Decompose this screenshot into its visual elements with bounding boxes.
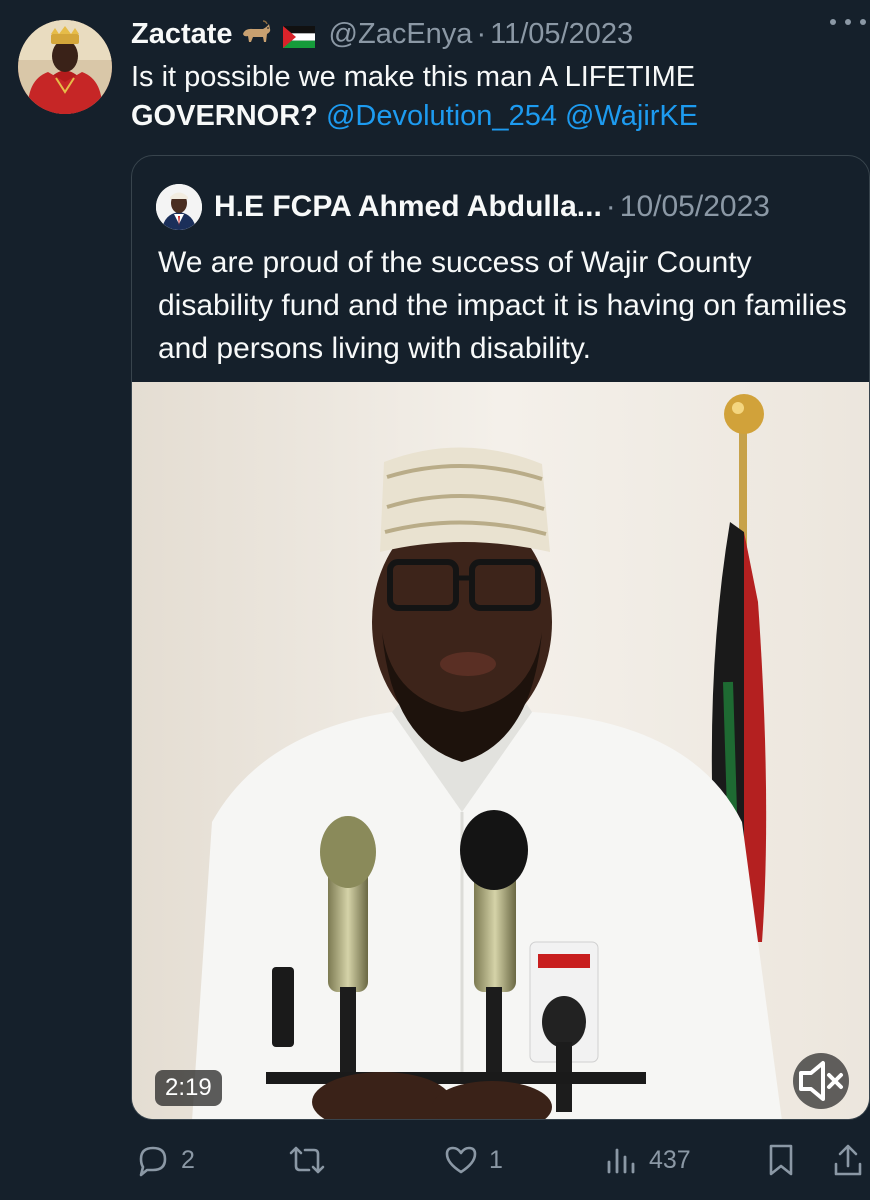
tweet-header: Zactate @ZacEnya · 11/05/2023 xyxy=(131,14,870,54)
views-chart-icon xyxy=(607,1148,635,1174)
mention-wajirke[interactable]: @WajirKE xyxy=(565,100,698,132)
palestine-flag-icon xyxy=(282,23,315,48)
reply-icon xyxy=(139,1146,167,1177)
quoted-tweet-header: H.E FCPA Ahmed Abdulla... · 10/05/2023 xyxy=(156,182,869,232)
repost-button[interactable] xyxy=(287,1130,337,1190)
bookmark-button[interactable] xyxy=(763,1130,799,1190)
quoted-post-date[interactable]: 10/05/2023 xyxy=(620,190,770,224)
share-icon xyxy=(834,1144,862,1176)
tweet-text: Is it possible we make this man A LIFETI… xyxy=(131,58,851,136)
like-count: 1 xyxy=(489,1145,503,1174)
separator-dot: · xyxy=(476,17,487,50)
heart-icon xyxy=(445,1146,477,1174)
mute-toggle-button[interactable] xyxy=(793,1053,849,1109)
video-duration: 2:19 xyxy=(155,1070,222,1106)
tweet-text-emphasis: GOVERNOR? xyxy=(131,100,318,132)
reply-button[interactable]: 2 xyxy=(135,1130,195,1190)
author-handle[interactable]: @ZacEnya xyxy=(329,18,473,51)
tweet[interactable]: Zactate @ZacEnya · 11/05/2023 Is it poss… xyxy=(0,0,870,1200)
more-options-icon[interactable] xyxy=(830,12,866,32)
like-button[interactable]: 1 xyxy=(443,1130,503,1190)
speaker-muted-icon xyxy=(799,1061,843,1101)
quoted-author-name[interactable]: H.E FCPA Ahmed Abdulla... xyxy=(214,190,602,224)
quoted-separator-dot: · xyxy=(605,190,616,223)
quoted-author-avatar[interactable] xyxy=(156,184,202,230)
quoted-tweet-card[interactable]: H.E FCPA Ahmed Abdulla... · 10/05/2023 W… xyxy=(131,155,870,1120)
mention-devolution[interactable]: @Devolution_254 xyxy=(326,100,557,132)
views-count: 437 xyxy=(649,1145,691,1174)
author-avatar[interactable] xyxy=(18,20,112,114)
action-bar: 2 1 437 xyxy=(0,1130,870,1190)
video-frame-image xyxy=(132,382,869,1119)
share-button[interactable] xyxy=(830,1130,866,1190)
video-player[interactable]: 2:19 xyxy=(132,382,869,1119)
quoted-tweet-text: We are proud of the success of Wajir Cou… xyxy=(158,246,847,365)
tweet-text-line: Is it possible we make this man A LIFETI… xyxy=(131,61,696,93)
reply-count: 2 xyxy=(181,1145,195,1174)
goat-emoji-icon xyxy=(239,20,273,48)
repost-icon xyxy=(289,1146,325,1174)
author-display-name[interactable]: Zactate xyxy=(131,18,233,51)
post-date[interactable]: 11/05/2023 xyxy=(490,18,633,51)
bookmark-icon xyxy=(769,1144,793,1176)
views-button[interactable]: 437 xyxy=(603,1130,691,1190)
